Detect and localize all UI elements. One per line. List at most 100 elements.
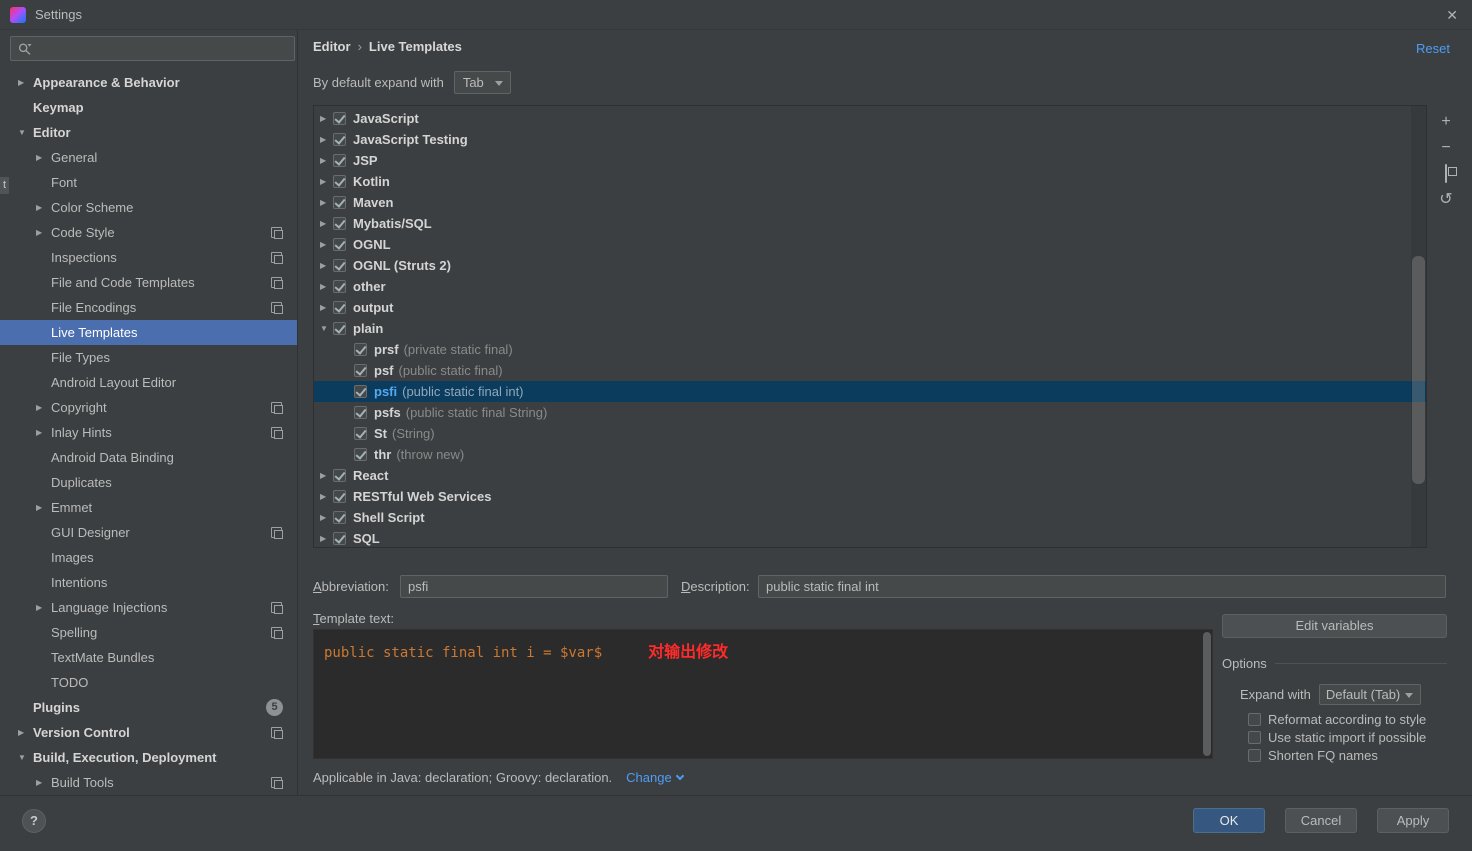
sidebar-item-font[interactable]: Font <box>0 170 297 195</box>
template-row-sql[interactable]: ▶SQL <box>314 528 1426 548</box>
chevron-right-icon[interactable]: ▶ <box>36 603 51 612</box>
chevron-right-icon[interactable]: ▶ <box>36 403 51 412</box>
template-checkbox[interactable] <box>333 469 346 482</box>
chevron-right-icon[interactable]: ▶ <box>318 156 333 165</box>
chevron-down-icon[interactable]: ▼ <box>18 753 33 762</box>
breadcrumb-editor[interactable]: Editor <box>313 39 351 54</box>
add-template-icon[interactable]: + <box>1438 114 1454 130</box>
sidebar-item-plugins[interactable]: Plugins5 <box>0 695 297 720</box>
template-checkbox[interactable] <box>333 175 346 188</box>
template-row-react[interactable]: ▶React <box>314 465 1426 486</box>
template-row-javascript[interactable]: ▶JavaScript <box>314 108 1426 129</box>
sidebar-item-appearance-behavior[interactable]: ▶Appearance & Behavior <box>0 70 297 95</box>
sidebar-item-language-injections[interactable]: ▶Language Injections <box>0 595 297 620</box>
sidebar-item-inspections[interactable]: Inspections <box>0 245 297 270</box>
sidebar-item-spelling[interactable]: Spelling <box>0 620 297 645</box>
sidebar-item-file-types[interactable]: File Types <box>0 345 297 370</box>
template-row-psfs[interactable]: psfs(public static final String) <box>314 402 1426 423</box>
template-row-jsp[interactable]: ▶JSP <box>314 150 1426 171</box>
chevron-right-icon[interactable]: ▶ <box>36 228 51 237</box>
chevron-down-icon[interactable]: ▼ <box>318 324 333 333</box>
sidebar-item-keymap[interactable]: Keymap <box>0 95 297 120</box>
option-checkbox[interactable] <box>1248 731 1261 744</box>
sidebar-item-live-templates[interactable]: Live Templates <box>0 320 297 345</box>
sidebar-item-copyright[interactable]: ▶Copyright <box>0 395 297 420</box>
template-checkbox[interactable] <box>333 196 346 209</box>
search-input[interactable] <box>38 41 288 56</box>
template-row-psf[interactable]: psf(public static final) <box>314 360 1426 381</box>
template-text-editor[interactable]: public static final int i = $var$对输出修改 <box>313 629 1213 759</box>
tree-scrollbar-track[interactable] <box>1411 106 1426 547</box>
template-row-other[interactable]: ▶other <box>314 276 1426 297</box>
sidebar-item-gui-designer[interactable]: GUI Designer <box>0 520 297 545</box>
template-row-shell-script[interactable]: ▶Shell Script <box>314 507 1426 528</box>
reset-link[interactable]: Reset <box>1416 41 1450 56</box>
template-checkbox[interactable] <box>354 406 367 419</box>
template-row-plain[interactable]: ▼plain <box>314 318 1426 339</box>
chevron-right-icon[interactable]: ▶ <box>318 135 333 144</box>
chevron-right-icon[interactable]: ▶ <box>318 513 333 522</box>
chevron-right-icon[interactable]: ▶ <box>18 728 33 737</box>
template-checkbox[interactable] <box>333 511 346 524</box>
tree-scrollbar-thumb[interactable] <box>1412 256 1425 484</box>
sidebar-item-color-scheme[interactable]: ▶Color Scheme <box>0 195 297 220</box>
editor-scrollbar-thumb[interactable] <box>1203 632 1211 756</box>
sidebar-item-editor[interactable]: ▼Editor <box>0 120 297 145</box>
chevron-right-icon[interactable]: ▶ <box>318 282 333 291</box>
template-row-javascript-testing[interactable]: ▶JavaScript Testing <box>314 129 1426 150</box>
apply-button[interactable]: Apply <box>1377 808 1449 833</box>
default-expand-dropdown[interactable]: Tab <box>454 71 511 94</box>
template-checkbox[interactable] <box>354 343 367 356</box>
template-checkbox[interactable] <box>333 238 346 251</box>
chevron-right-icon[interactable]: ▶ <box>36 503 51 512</box>
cancel-button[interactable]: Cancel <box>1285 808 1357 833</box>
chevron-right-icon[interactable]: ▶ <box>318 177 333 186</box>
duplicate-template-icon[interactable] <box>1438 166 1454 182</box>
restore-defaults-icon[interactable]: ↺ <box>1438 192 1454 208</box>
sidebar-item-version-control[interactable]: ▶Version Control <box>0 720 297 745</box>
chevron-right-icon[interactable]: ▶ <box>318 219 333 228</box>
sidebar-item-android-layout-editor[interactable]: Android Layout Editor <box>0 370 297 395</box>
chevron-right-icon[interactable]: ▶ <box>36 203 51 212</box>
template-checkbox[interactable] <box>333 490 346 503</box>
template-row-maven[interactable]: ▶Maven <box>314 192 1426 213</box>
sidebar-item-todo[interactable]: TODO <box>0 670 297 695</box>
template-checkbox[interactable] <box>333 133 346 146</box>
option-row-shorten-fq-names[interactable]: Shorten FQ names <box>1248 746 1426 764</box>
chevron-right-icon[interactable]: ▶ <box>318 303 333 312</box>
template-row-kotlin[interactable]: ▶Kotlin <box>314 171 1426 192</box>
template-checkbox[interactable] <box>333 322 346 335</box>
chevron-right-icon[interactable]: ▶ <box>18 78 33 87</box>
option-checkbox[interactable] <box>1248 713 1261 726</box>
sidebar-item-android-data-binding[interactable]: Android Data Binding <box>0 445 297 470</box>
sidebar-item-textmate-bundles[interactable]: TextMate Bundles <box>0 645 297 670</box>
chevron-right-icon[interactable]: ▶ <box>318 261 333 270</box>
chevron-right-icon[interactable]: ▶ <box>36 778 51 787</box>
ok-button[interactable]: OK <box>1193 808 1265 833</box>
chevron-right-icon[interactable]: ▶ <box>36 153 51 162</box>
chevron-right-icon[interactable]: ▶ <box>318 198 333 207</box>
template-row-thr[interactable]: thr(throw new) <box>314 444 1426 465</box>
template-checkbox[interactable] <box>333 301 346 314</box>
chevron-right-icon[interactable]: ▶ <box>36 428 51 437</box>
option-checkbox[interactable] <box>1248 749 1261 762</box>
template-row-restful-web-services[interactable]: ▶RESTful Web Services <box>314 486 1426 507</box>
sidebar-item-intentions[interactable]: Intentions <box>0 570 297 595</box>
sidebar-item-file-and-code-templates[interactable]: File and Code Templates <box>0 270 297 295</box>
close-icon[interactable]: ✕ <box>1446 7 1458 24</box>
template-row-psfi[interactable]: psfi(public static final int) <box>314 381 1426 402</box>
description-input[interactable] <box>758 575 1446 598</box>
editor-scrollbar-track[interactable] <box>1202 630 1212 758</box>
sidebar-item-build-execution-deployment[interactable]: ▼Build, Execution, Deployment <box>0 745 297 770</box>
change-link[interactable]: Change <box>626 770 672 785</box>
option-row-use-static-import-if-possible[interactable]: Use static import if possible <box>1248 728 1426 746</box>
help-button[interactable]: ? <box>22 809 46 833</box>
template-row-ognl-struts-2[interactable]: ▶OGNL (Struts 2) <box>314 255 1426 276</box>
template-row-ognl[interactable]: ▶OGNL <box>314 234 1426 255</box>
abbreviation-input[interactable] <box>400 575 668 598</box>
edit-variables-button[interactable]: Edit variables <box>1222 614 1447 638</box>
sidebar-item-emmet[interactable]: ▶Emmet <box>0 495 297 520</box>
chevron-right-icon[interactable]: ▶ <box>318 471 333 480</box>
sidebar-item-file-encodings[interactable]: File Encodings <box>0 295 297 320</box>
template-row-output[interactable]: ▶output <box>314 297 1426 318</box>
